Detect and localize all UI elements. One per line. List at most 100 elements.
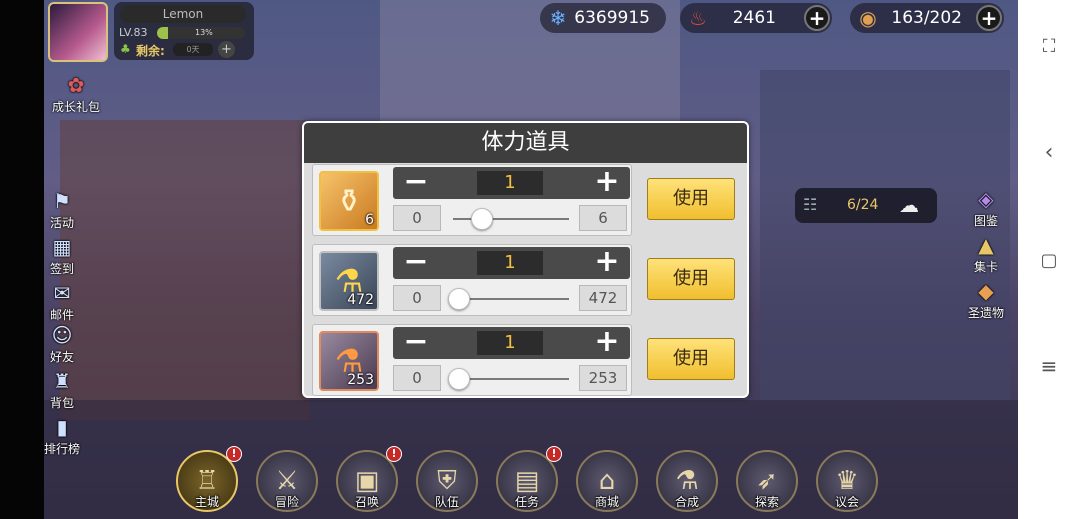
quest-progress[interactable]: ☷ 6/24 ☁ xyxy=(795,188,937,223)
max-value: 253 xyxy=(579,365,627,391)
resource-value: 2461 xyxy=(732,8,776,28)
quantity-stepper: − 1 + xyxy=(393,327,630,359)
home-icon[interactable]: ▢ xyxy=(1035,246,1063,274)
flag-icon: ⚑ xyxy=(53,189,71,213)
alert-badge: ! xyxy=(226,446,242,462)
alert-badge: ! xyxy=(546,446,562,462)
fullscreen-icon[interactable]: ⛶ xyxy=(1035,32,1063,60)
bottom-menu-label: 合成 xyxy=(674,495,699,509)
increase-button[interactable]: + xyxy=(590,327,624,359)
mail-icon: ✉ xyxy=(53,281,71,305)
min-value: 0 xyxy=(393,205,441,231)
menu-icon[interactable]: ≡ xyxy=(1035,352,1063,380)
add-stamina-button[interactable]: + xyxy=(976,5,1002,31)
leaf-icon: ♣ xyxy=(120,42,131,56)
quantity-value[interactable]: 1 xyxy=(477,171,543,195)
crystal-icon: ❄ xyxy=(549,6,567,30)
bottom-menu-item[interactable]: ➶ 探索 xyxy=(736,450,798,512)
exp-text: 13% xyxy=(195,28,213,37)
side-item-label: 背包 xyxy=(49,396,74,410)
player-name: Lemon xyxy=(120,5,246,23)
item-count: 253 xyxy=(347,372,374,388)
increase-button[interactable]: + xyxy=(590,247,624,279)
bottom-menu-label: 议会 xyxy=(834,495,859,509)
resource-crystal: ❄ 6369915 xyxy=(540,3,666,33)
remain-value: 0天 xyxy=(173,43,213,56)
side-item-codex[interactable]: ◈ 图鉴 xyxy=(954,186,1018,229)
item-slot[interactable]: ⚗ 472 xyxy=(319,251,379,311)
resource-value: 163/202 xyxy=(891,8,962,28)
use-button[interactable]: 使用 xyxy=(647,178,735,220)
stamina-items-dialog: 体力道具 ⚱ 6−1 +0 6 使用 ⚗ 472−1 +0 472 使用 ⚗ 253−1 +0 253 使用 xyxy=(302,121,749,398)
ranking-icon: ▮ xyxy=(56,415,68,439)
bottom-menu-item[interactable]: ▣ 召唤! xyxy=(336,446,402,512)
bottom-menu-item[interactable]: ▤ 任务! xyxy=(496,446,562,512)
quantity-slider[interactable] xyxy=(453,298,569,300)
bottom-menu-label: 召唤 xyxy=(354,495,379,509)
bottom-menu-item[interactable]: ⚔ 冒险 xyxy=(256,450,318,512)
quest-scroll-icon: ☷ xyxy=(803,195,818,214)
quantity-stepper: − 1 + xyxy=(393,167,630,199)
side-item-label: 活动 xyxy=(49,216,74,230)
add-food-button[interactable]: + xyxy=(804,5,830,31)
quantity-stepper: − 1 + xyxy=(393,247,630,279)
side-item-bag[interactable]: ♜ 背包 xyxy=(30,368,94,411)
quantity-value[interactable]: 1 xyxy=(477,331,543,355)
side-item-ranking[interactable]: ▮ 排行榜 xyxy=(30,414,94,457)
bottom-menu-label: 商城 xyxy=(594,495,619,509)
side-item-activity[interactable]: ⚑ 活动 xyxy=(30,188,94,231)
quantity-slider[interactable] xyxy=(453,378,569,380)
dialog-title: 体力道具 xyxy=(304,123,747,163)
use-button[interactable]: 使用 xyxy=(647,338,735,380)
slider-knob[interactable] xyxy=(471,208,494,230)
side-item-relics[interactable]: ◆ 圣遗物 xyxy=(954,278,1018,321)
card-icon: ▲ xyxy=(978,233,994,257)
item-count: 6 xyxy=(365,212,374,228)
use-button[interactable]: 使用 xyxy=(647,258,735,300)
quest-value: 6/24 xyxy=(847,197,879,213)
bottom-menu-item[interactable]: ♖ 主城! xyxy=(176,446,242,512)
orange-potion-icon: ⚱ xyxy=(335,182,363,220)
side-item-label: 签到 xyxy=(49,262,74,276)
decrease-button[interactable]: − xyxy=(399,167,433,199)
side-item-label: 排行榜 xyxy=(43,442,80,456)
slider-knob[interactable] xyxy=(448,368,470,390)
decrease-button[interactable]: − xyxy=(399,247,433,279)
player-avatar[interactable] xyxy=(48,2,108,62)
item-slot[interactable]: ⚱ 6 xyxy=(319,171,379,231)
item-row: ⚗ 472− 1 +0 472 xyxy=(312,244,632,316)
growth-pack-label: 成长礼包 xyxy=(51,100,100,114)
max-value: 472 xyxy=(579,285,627,311)
remain-label: 剩余: xyxy=(136,44,165,58)
side-item-cards[interactable]: ▲ 集卡 xyxy=(954,232,1018,275)
side-item-mail[interactable]: ✉ 邮件 xyxy=(30,280,94,323)
resource-value: 6369915 xyxy=(574,8,650,28)
player-level: LV.83 xyxy=(119,26,148,39)
slider-knob[interactable] xyxy=(448,288,470,310)
bottom-menu-item[interactable]: ⌂ 商城 xyxy=(576,450,638,512)
item-row: ⚱ 6−1 +0 6 xyxy=(312,164,632,236)
game-screen: Lemon LV.83 13% ♣ 剩余: 0天 + ❄ 6369915 ♨ 2… xyxy=(0,0,1018,519)
bottom-menu-label: 探索 xyxy=(754,495,779,509)
book-icon: ◈ xyxy=(978,187,994,211)
bottom-menu-item[interactable]: ♛ 议会 xyxy=(816,450,878,512)
stamina-icon: ◉ xyxy=(859,6,877,30)
back-icon[interactable]: ‹ xyxy=(1035,138,1063,166)
bottom-menu-item[interactable]: ⚗ 合成 xyxy=(656,450,718,512)
side-item-friends[interactable]: ☺ 好友 xyxy=(30,322,94,365)
food-icon: ♨ xyxy=(689,6,707,30)
item-slot[interactable]: ⚗ 253 xyxy=(319,331,379,391)
exp-bar-fill xyxy=(157,27,169,39)
max-value: 6 xyxy=(579,205,627,231)
side-item-label: 集卡 xyxy=(973,260,998,274)
side-item-signin[interactable]: ▦ 签到 xyxy=(30,234,94,277)
decrease-button[interactable]: − xyxy=(399,327,433,359)
min-value: 0 xyxy=(393,285,441,311)
bottom-menu-item[interactable]: ⛨ 队伍 xyxy=(416,450,478,512)
quantity-value[interactable]: 1 xyxy=(477,251,543,275)
increase-button[interactable]: + xyxy=(590,167,624,199)
remain-add-button[interactable]: + xyxy=(218,41,235,58)
growth-pack-button[interactable]: ✿ 成长礼包 xyxy=(44,72,108,115)
bottom-menu-label: 主城 xyxy=(194,495,219,509)
resource-food: ♨ 2461 + xyxy=(680,3,832,33)
